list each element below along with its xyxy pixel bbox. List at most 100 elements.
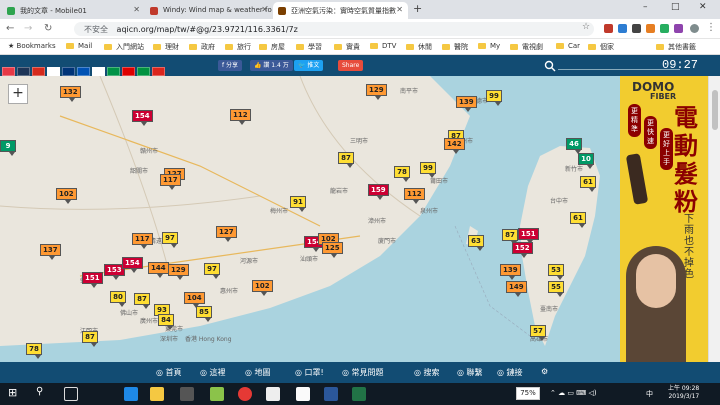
aqi-station-marker[interactable]: 46 (566, 138, 582, 154)
language-flag-icon[interactable] (137, 67, 150, 76)
bookmark-item[interactable]: My (478, 42, 500, 50)
settings-gear-icon[interactable]: ⚙ (541, 367, 548, 376)
aqi-station-marker[interactable]: 125 (322, 242, 343, 258)
aqi-station-marker[interactable]: 87 (134, 293, 150, 309)
bookmark-item[interactable]: 醫院 (442, 42, 468, 52)
tray-icons[interactable]: ⌃ ☁ ▭ ⌨ ◁) (550, 389, 597, 397)
aqi-station-marker[interactable]: 102 (252, 280, 273, 296)
aqi-station-marker[interactable]: 159 (368, 184, 389, 200)
app-icon[interactable] (296, 387, 310, 401)
extension-icon[interactable] (632, 24, 641, 33)
language-flag-icon[interactable] (152, 67, 165, 76)
language-flag-icon[interactable] (62, 67, 75, 76)
aqi-station-marker[interactable]: 117 (160, 174, 181, 190)
file-explorer-icon[interactable] (150, 387, 164, 401)
aqi-station-marker[interactable]: 152 (512, 242, 533, 258)
aqi-station-marker[interactable]: 139 (500, 264, 521, 280)
bookmark-item[interactable]: 休閒 (406, 42, 432, 52)
aqi-station-marker[interactable]: 139 (456, 96, 477, 112)
aqi-station-marker[interactable]: 91 (290, 196, 306, 212)
aqi-station-marker[interactable]: 129 (366, 84, 387, 100)
bookmark-item[interactable]: 個家 (588, 42, 614, 52)
nav-item-2[interactable]: ◎ 這裡 (200, 367, 226, 378)
aqi-station-marker[interactable]: 78 (26, 343, 42, 359)
aqi-station-marker[interactable]: 144 (148, 262, 169, 278)
facebook-share-button[interactable]: f 分享 (218, 60, 243, 71)
windows-start-icon[interactable]: ⊞ (8, 386, 22, 400)
aqi-station-marker[interactable]: 154 (122, 257, 143, 273)
store-icon[interactable] (180, 387, 194, 401)
language-flag-icon[interactable] (77, 67, 90, 76)
aqi-station-marker[interactable]: 53 (548, 264, 564, 280)
aqi-station-marker[interactable]: 97 (204, 263, 220, 279)
facebook-like-button[interactable]: 👍 讚 1.4 万 (250, 60, 293, 71)
star-icon[interactable]: ☆ (582, 22, 591, 32)
extension-icon[interactable] (604, 24, 613, 33)
bookmark-item[interactable]: 其他書籤 (656, 42, 696, 52)
url-field[interactable]: 不安全 aqicn.org/map/tw/#@g/23.9721/116.336… (74, 22, 594, 36)
aqi-station-marker[interactable]: 63 (468, 235, 484, 251)
aqi-station-marker[interactable]: 84 (158, 314, 174, 330)
aqi-station-marker[interactable]: 10 (578, 153, 594, 169)
nav-item-7[interactable]: ◎ 聯繫 (457, 367, 483, 378)
bookmark-item[interactable]: 實貴 (334, 42, 360, 52)
forward-icon[interactable]: → (24, 23, 32, 34)
aqi-station-marker[interactable]: 99 (420, 162, 436, 178)
aqi-station-marker[interactable]: 149 (506, 281, 527, 297)
aqi-station-marker[interactable]: 9 (0, 140, 16, 156)
minimize-button[interactable]: – (643, 2, 648, 12)
aqi-station-marker[interactable]: 87 (502, 229, 518, 245)
close-icon[interactable]: ✕ (396, 5, 403, 14)
share-button[interactable]: Share (338, 60, 364, 71)
aqi-station-marker[interactable]: 151 (82, 272, 103, 288)
scrollbar-thumb[interactable] (712, 90, 718, 130)
language-flag-icon[interactable] (92, 67, 105, 76)
zoom-in-button[interactable]: + (8, 84, 28, 104)
extension-icon[interactable] (646, 24, 655, 33)
aqi-station-marker[interactable]: 112 (230, 109, 251, 125)
tab-mobile01[interactable]: 我的文章 - Mobile01 ✕ (2, 2, 145, 19)
aqi-station-marker[interactable]: 142 (444, 138, 465, 154)
aqi-station-marker[interactable]: 112 (404, 188, 425, 204)
close-icon[interactable]: ✕ (261, 5, 268, 14)
bookmark-item[interactable]: 房屋 (259, 42, 285, 52)
aqi-station-marker[interactable]: 137 (40, 244, 61, 260)
aqi-station-marker[interactable]: 85 (196, 306, 212, 322)
avatar[interactable] (690, 24, 699, 33)
bookmark-item[interactable]: 旅行 (225, 42, 251, 52)
aqi-station-marker[interactable]: 87 (82, 331, 98, 347)
bookmark-item[interactable]: 入門網站 (104, 42, 144, 52)
system-clock[interactable]: 上午 09:28 2019/3/17 (668, 385, 699, 401)
excel-icon[interactable] (352, 387, 366, 401)
aqi-station-marker[interactable]: 61 (570, 212, 586, 228)
language-flag-icon[interactable] (32, 67, 45, 76)
bookmark-item[interactable]: 理財 (153, 42, 179, 52)
nav-item-5[interactable]: ◎ 常見問題 (342, 367, 384, 378)
bookmark-item[interactable]: Mail (66, 42, 92, 50)
search-icon[interactable]: ⚲ (36, 386, 50, 400)
aqi-station-marker[interactable]: 87 (338, 152, 354, 168)
language-flag-icon[interactable] (122, 67, 135, 76)
aqi-station-marker[interactable]: 80 (110, 291, 126, 307)
language-flag-icon[interactable] (17, 67, 30, 76)
tab-aqicn[interactable]: 亞洲空氣污染：實時空氣質量指數 ✕ (273, 2, 408, 19)
aqi-station-marker[interactable]: 117 (132, 233, 153, 249)
bookmark-item[interactable]: 政府 (189, 42, 215, 52)
aqi-station-marker[interactable]: 97 (162, 232, 178, 248)
tab-windy[interactable]: Windy: Wind map & weather fo ✕ (145, 2, 273, 19)
aqi-station-marker[interactable]: 57 (530, 325, 546, 341)
language-flag-icon[interactable] (2, 67, 15, 76)
mail-icon[interactable] (266, 387, 280, 401)
aqi-station-marker[interactable]: 99 (486, 90, 502, 106)
aqi-station-marker[interactable]: 61 (580, 176, 596, 192)
aqi-map[interactable]: + 贛州市韶關市廣州市佛山市江門市深圳市東莞市香港 Hong Kong汕頭市潮州… (0, 76, 620, 362)
advertisement[interactable]: DOMO FIBER 電動髮粉 更精準 更快速 更好上手 下雨也不掉色 (620, 76, 708, 362)
aqi-station-marker[interactable]: 78 (394, 166, 410, 182)
new-tab-button[interactable]: + (413, 2, 422, 15)
menu-icon[interactable]: ⋮ (706, 22, 716, 33)
scrollbar[interactable] (708, 76, 720, 362)
nav-item-4[interactable]: ◎ 口罩! (295, 367, 324, 378)
back-icon[interactable]: ← (6, 23, 14, 34)
edge-icon[interactable] (124, 387, 138, 401)
reload-icon[interactable]: ↻ (44, 23, 52, 34)
